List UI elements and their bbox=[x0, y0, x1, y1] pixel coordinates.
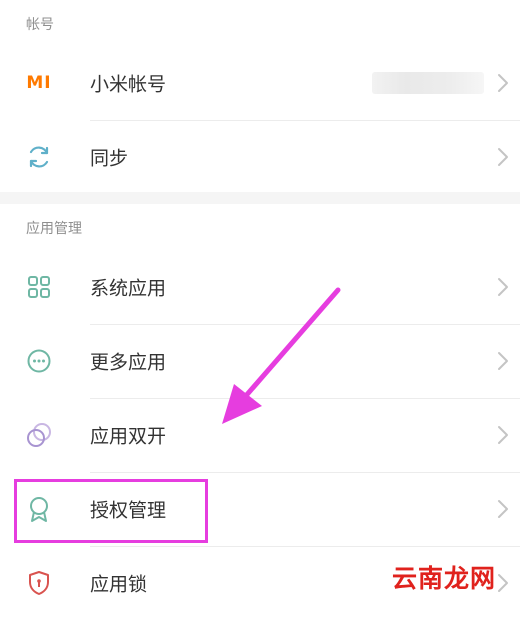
pointer-arrow-icon bbox=[222, 287, 341, 424]
watermark: 云南龙网 bbox=[391, 564, 496, 593]
